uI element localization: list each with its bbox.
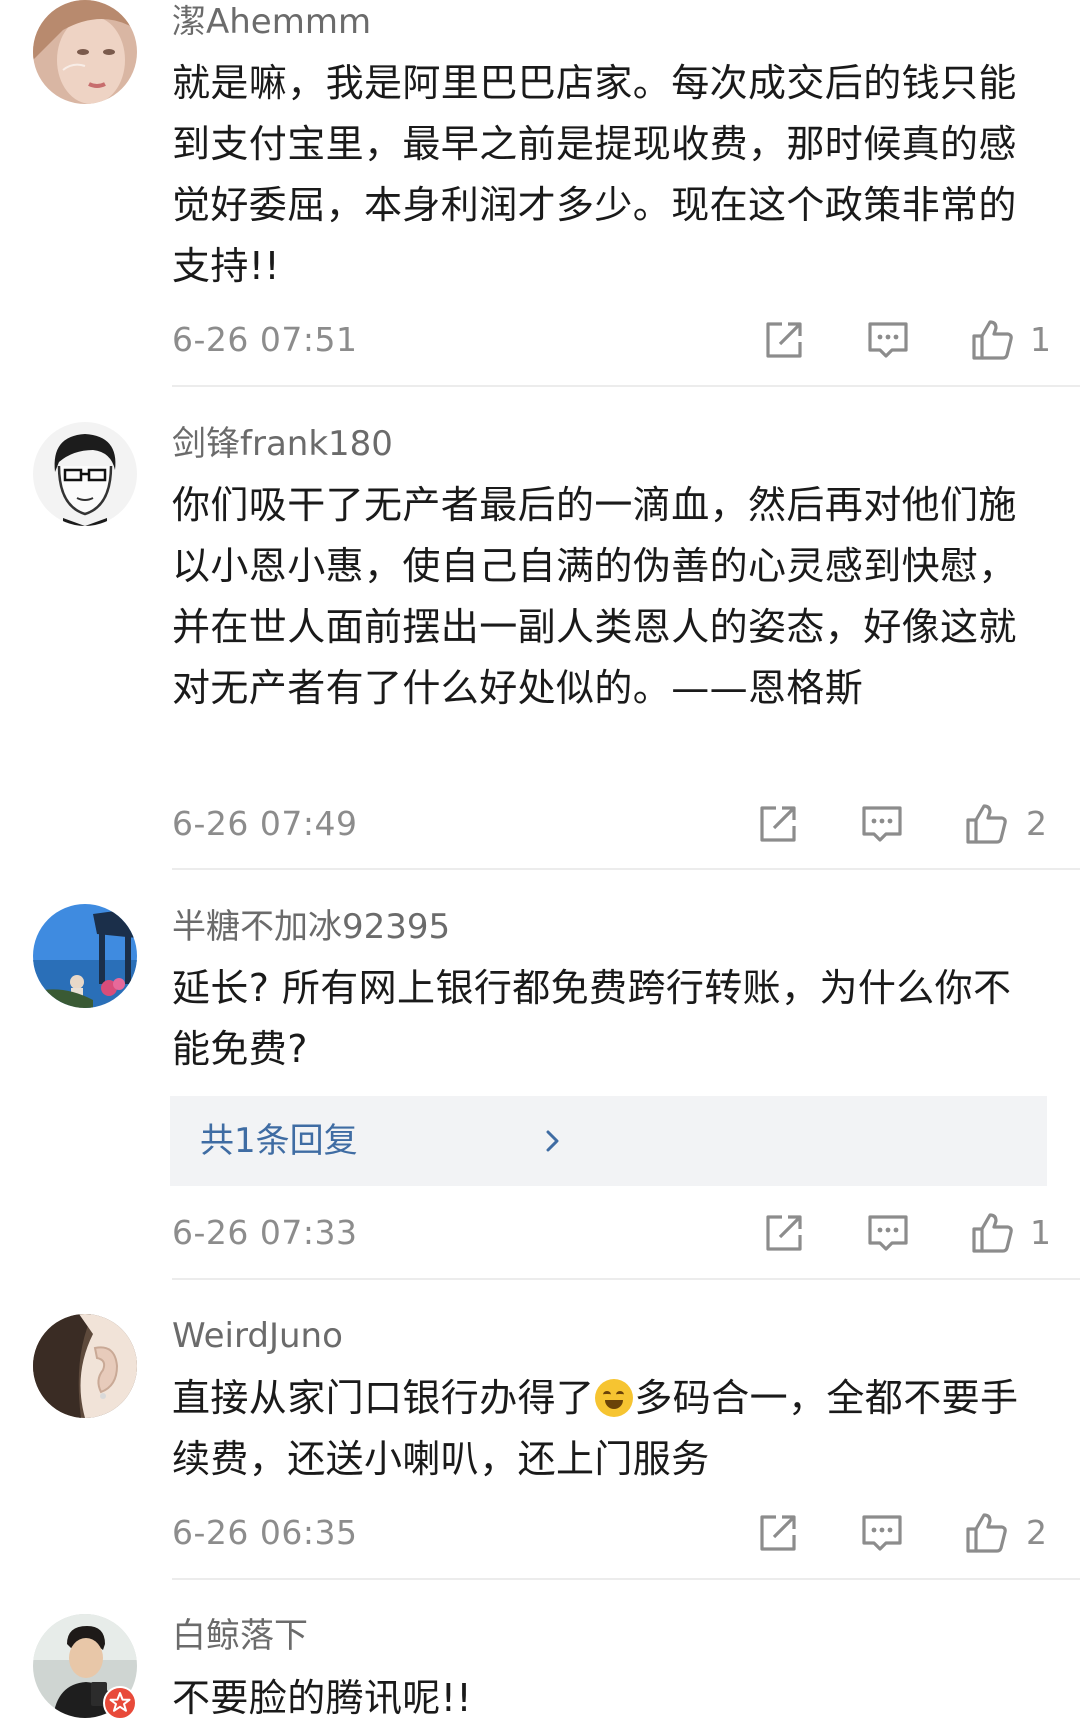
like-count: 2 <box>1026 1513 1047 1552</box>
comment-text: 延长? 所有网上银行都免费跨行转账，为什么你不能免费? <box>172 966 1012 1071</box>
thumbs-up-icon[interactable] <box>970 1211 1014 1255</box>
thumbs-up-icon[interactable] <box>964 802 1008 846</box>
replies-link[interactable]: 共1条回复 <box>200 1096 358 1186</box>
like-count: 1 <box>1030 1213 1051 1252</box>
divider <box>172 385 1080 387</box>
comment-icon[interactable] <box>866 1211 910 1255</box>
comment-meta: 6-26 07:33 1 <box>0 1208 1080 1258</box>
share-icon[interactable] <box>762 318 806 362</box>
timestamp: 6-26 07:33 <box>172 1213 358 1252</box>
comment-text: 不要脸的腾讯呢!! <box>172 1676 473 1720</box>
username[interactable]: 潔Ahemmm <box>172 2 371 42</box>
sketch-man-glasses-icon <box>33 422 137 526</box>
avatar[interactable] <box>33 0 137 104</box>
username[interactable]: 剑锋frank180 <box>172 424 393 464</box>
avatar[interactable] <box>33 904 137 1008</box>
comment-icon[interactable] <box>860 1511 904 1555</box>
comment-text: 你们吸干了无产者最后的一滴血，然后再对他们施以小恩小惠，使自己自满的伪善的心灵感… <box>172 483 1017 710</box>
portrait-woman-icon <box>33 0 137 104</box>
comment-meta: 6-26 07:51 1 <box>0 315 1080 365</box>
username[interactable]: 白鲸落下 <box>172 1616 308 1656</box>
share-icon[interactable] <box>756 802 800 846</box>
replies-box[interactable]: 共1条回复 <box>170 1096 1047 1186</box>
comment-icon[interactable] <box>860 802 904 846</box>
comment-text: 就是嘛，我是阿里巴巴店家。每次成交后的钱只能到支付宝里，最早之前是提现收费，那时… <box>172 61 1017 288</box>
timestamp: 6-26 07:49 <box>172 804 358 843</box>
thumbs-up-icon[interactable] <box>964 1511 1008 1555</box>
like-count: 2 <box>1026 804 1047 843</box>
chevron-right-icon <box>546 1130 559 1152</box>
avatar[interactable] <box>33 422 137 526</box>
username[interactable]: WeirdJuno <box>172 1316 343 1356</box>
username[interactable]: 半糖不加冰92395 <box>172 907 450 947</box>
comment-icon[interactable] <box>866 318 910 362</box>
verified-star-badge-icon <box>103 1686 137 1720</box>
ear-closeup-icon <box>33 1314 137 1418</box>
comment-meta: 6-26 07:49 2 <box>0 799 1080 849</box>
timestamp: 6-26 06:35 <box>172 1513 358 1552</box>
avatar[interactable] <box>33 1314 137 1418</box>
share-icon[interactable] <box>756 1511 800 1555</box>
comment-text: 直接从家门口银行办得了 多码合一，全都不要手续费，还送小喇叭，还上门服务 <box>172 1368 1032 1490</box>
comment-meta: 6-26 06:35 2 <box>0 1508 1080 1558</box>
thumbs-up-icon[interactable] <box>970 318 1014 362</box>
divider <box>172 1578 1080 1580</box>
like-count: 1 <box>1030 320 1051 359</box>
laughing-tears-emoji <box>595 1379 634 1417</box>
divider <box>172 1278 1080 1280</box>
comment-text-part: 直接从家门口银行办得了 <box>172 1376 595 1420</box>
timestamp: 6-26 07:51 <box>172 320 358 359</box>
seaside-scene-icon <box>33 904 137 1008</box>
divider <box>172 868 1080 870</box>
share-icon[interactable] <box>762 1211 806 1255</box>
